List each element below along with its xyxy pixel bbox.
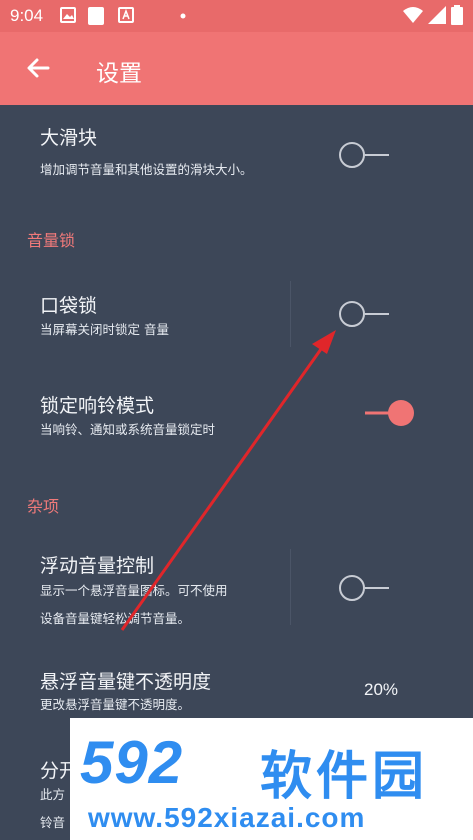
dot-icon	[180, 13, 186, 19]
page-title: 设置	[96, 61, 142, 87]
setting-title: 悬浮音量键不透明度	[40, 671, 212, 693]
watermark-number: 592	[80, 729, 184, 796]
opacity-value: 20%	[364, 680, 399, 699]
setting-summary-line2: 铃音	[40, 815, 66, 830]
category-volume-lock: 音量锁	[27, 231, 76, 250]
category-misc: 杂项	[27, 497, 60, 516]
setting-ringer-lock[interactable]: 锁定响铃模式 当响铃、通知或系统音量锁定时	[0, 375, 473, 455]
wifi-icon	[403, 7, 423, 23]
notification-square-icon	[88, 7, 104, 25]
setting-title: 浮动音量控制	[40, 555, 155, 577]
setting-summary-line2: 设备音量键轻松调节音量。	[40, 611, 191, 626]
setting-big-slider[interactable]: 大滑块 增加调节音量和其他设置的滑块大小。	[0, 115, 473, 195]
floating-volume-switch[interactable]	[335, 573, 395, 603]
setting-title: 锁定响铃模式	[40, 395, 155, 417]
status-time: 9:04	[10, 6, 44, 25]
app-a-icon	[118, 7, 134, 23]
setting-summary: 增加调节音量和其他设置的滑块大小。	[40, 162, 253, 177]
battery-icon	[451, 5, 463, 25]
watermark: 592 软件园 www.592xiazai.com	[70, 718, 473, 840]
setting-summary-line1: 显示一个悬浮音量图标。可不使用	[40, 583, 228, 598]
status-bar: 9:04	[0, 0, 473, 32]
setting-summary: 当屏幕关闭时锁定 音量	[40, 322, 169, 337]
setting-floating-volume[interactable]: 浮动音量控制 显示一个悬浮音量图标。可不使用 设备音量键轻松调节音量。	[0, 545, 473, 635]
ringer-lock-switch[interactable]	[362, 398, 422, 428]
setting-summary: 当响铃、通知或系统音量锁定时	[40, 422, 216, 437]
divider	[290, 281, 291, 347]
setting-summary: 更改悬浮音量键不透明度。	[40, 697, 191, 712]
signal-icon	[428, 6, 446, 24]
back-arrow-icon[interactable]	[22, 52, 54, 84]
divider	[290, 549, 291, 625]
watermark-url: www.592xiazai.com	[88, 802, 366, 833]
setting-summary-line1: 此方	[40, 787, 66, 802]
setting-pocket-lock[interactable]: 口袋锁 当屏幕关闭时锁定 音量	[0, 275, 473, 355]
pocket-lock-switch[interactable]	[335, 299, 395, 329]
image-icon	[60, 7, 76, 23]
setting-title: 口袋锁	[40, 295, 98, 317]
big-slider-switch[interactable]	[335, 140, 395, 170]
app-bar: 设置	[0, 32, 473, 105]
setting-title: 大滑块	[40, 127, 98, 149]
watermark-title: 软件园	[260, 747, 429, 807]
